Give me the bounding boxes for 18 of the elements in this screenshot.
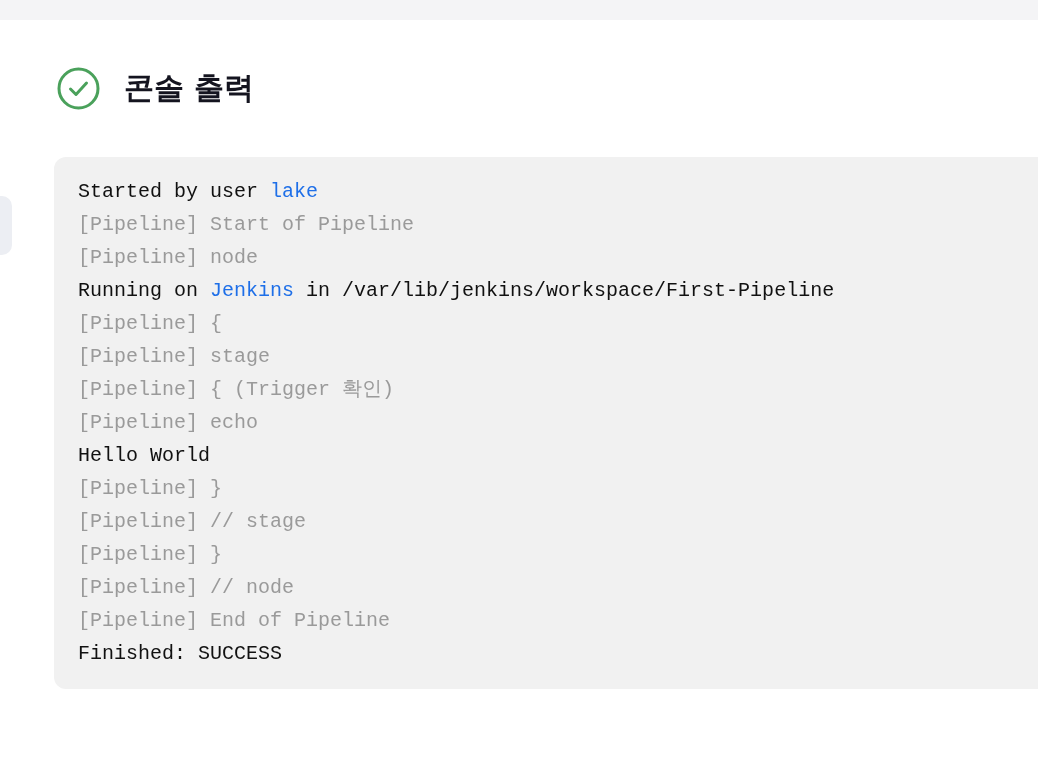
console-line: [Pipeline] { (Trigger 확인)	[78, 377, 395, 403]
console-line: Running on Jenkins in /var/lib/jenkins/workspace/First-Pipeline	[78, 278, 835, 304]
console-line: Finished: SUCCESS	[78, 641, 283, 667]
console-line: [Pipeline] echo	[78, 410, 259, 436]
console-line: [Pipeline] node	[78, 245, 259, 271]
console-line: [Pipeline] // node	[78, 575, 295, 601]
console-line: [Pipeline] }	[78, 476, 223, 502]
console-link[interactable]: Jenkins	[210, 279, 295, 302]
console-line: [Pipeline] // stage	[78, 509, 307, 535]
console-line: Started by user lake	[78, 179, 319, 205]
console-link[interactable]: lake	[270, 180, 319, 203]
console-line: [Pipeline] }	[78, 542, 223, 568]
console-line: [Pipeline] Start of Pipeline	[78, 212, 415, 238]
console-line: Hello World	[78, 443, 211, 469]
console-line: [Pipeline] stage	[78, 344, 271, 370]
console-line: [Pipeline] {	[78, 311, 223, 337]
page-title: 콘솔 출력	[124, 69, 255, 107]
console-line: [Pipeline] End of Pipeline	[78, 608, 391, 634]
